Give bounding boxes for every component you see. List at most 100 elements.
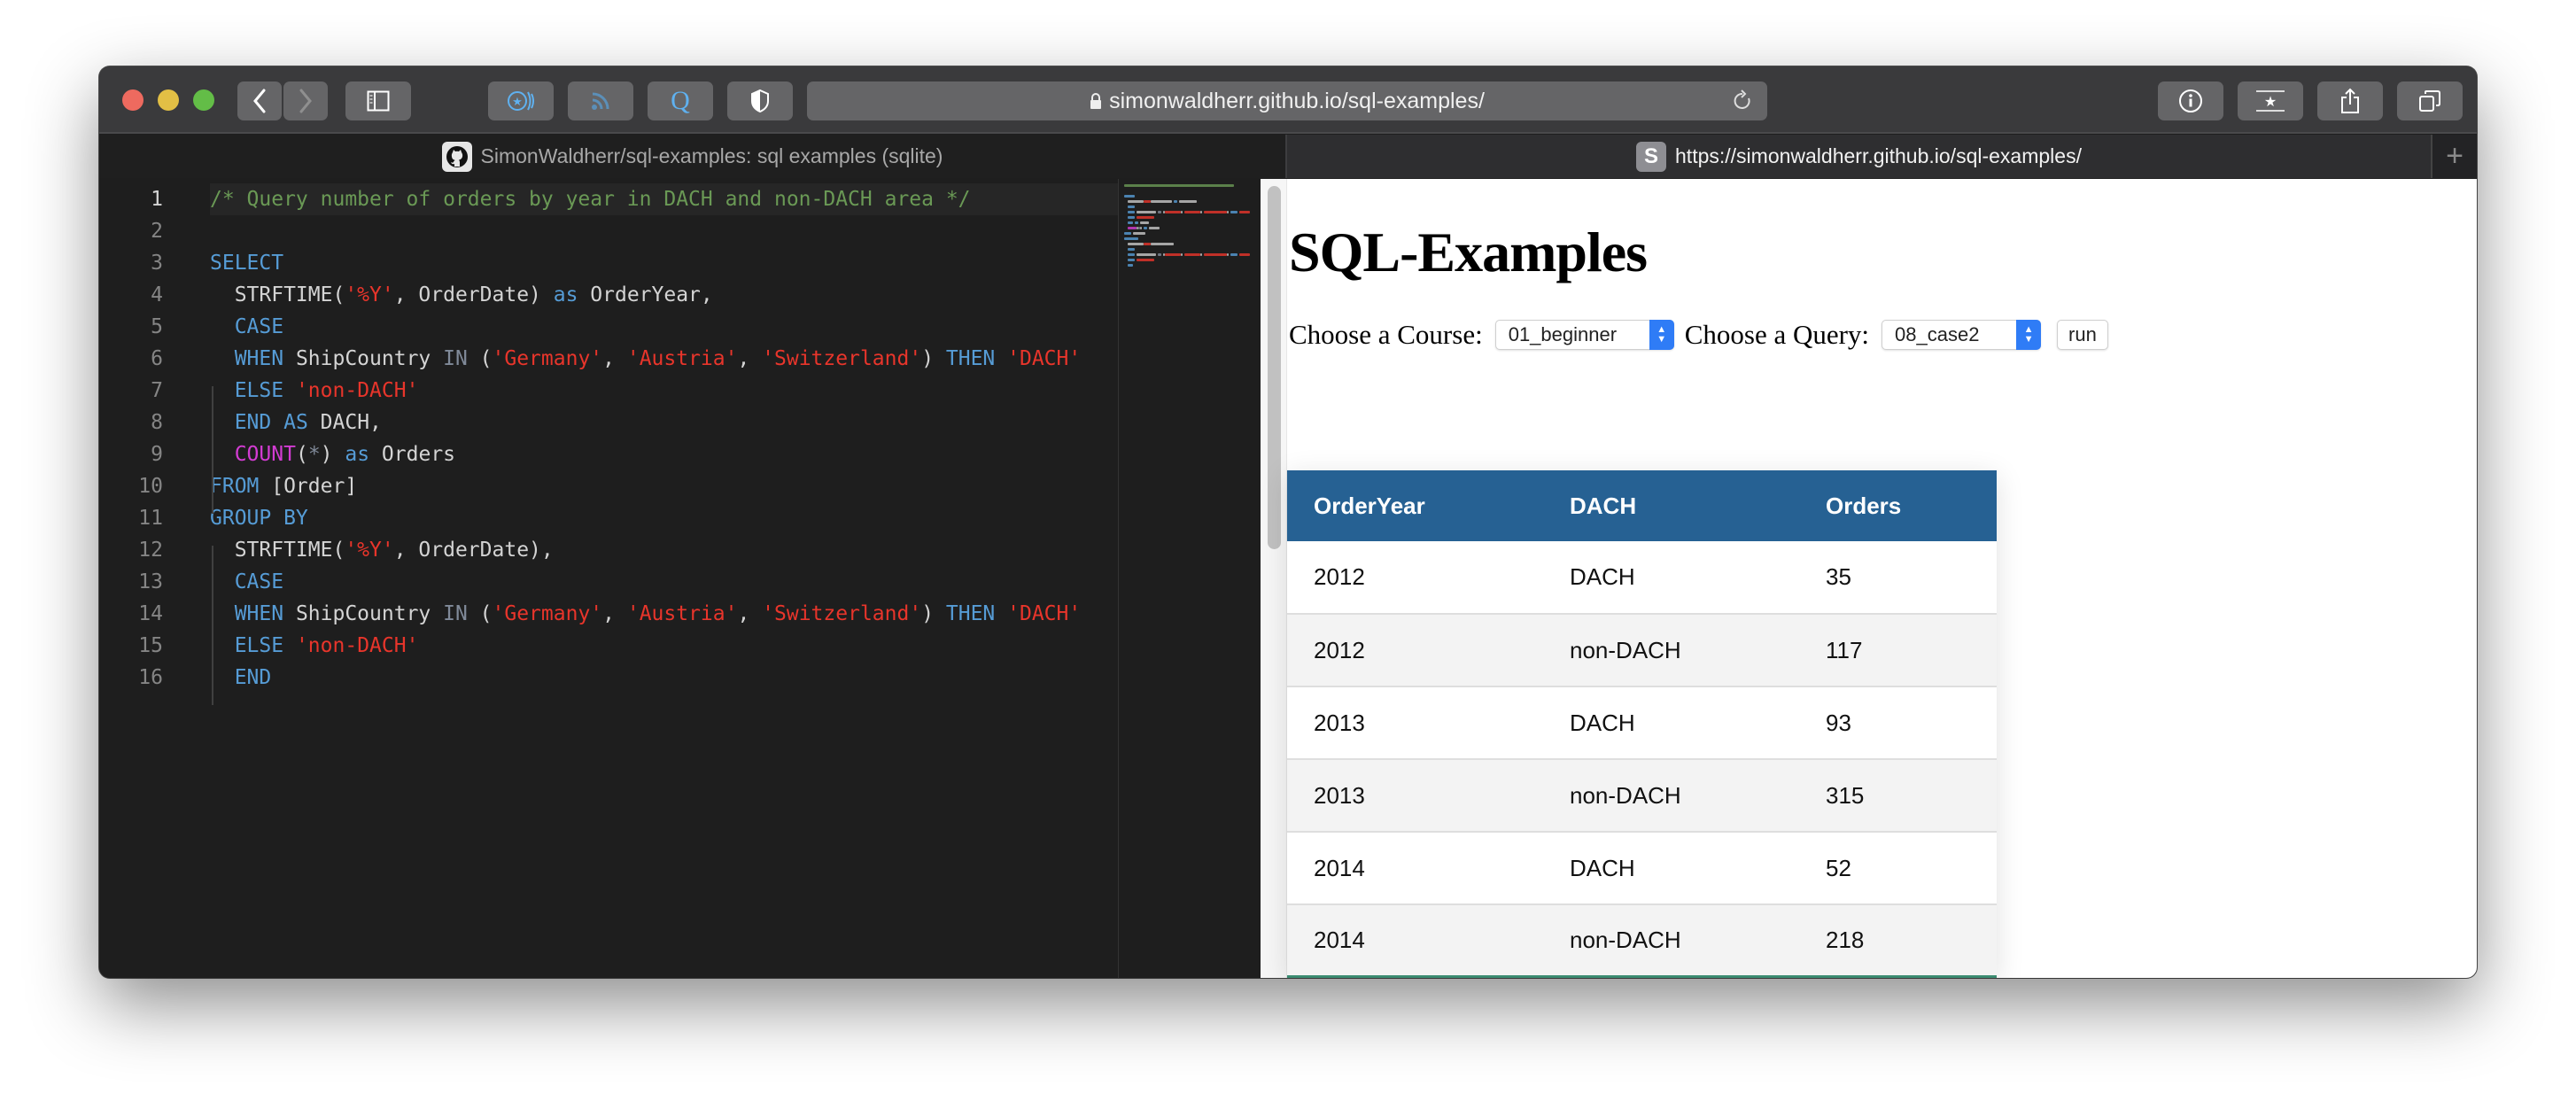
- back-button[interactable]: [237, 81, 282, 120]
- column-header: Orders: [1799, 470, 1997, 541]
- share-button[interactable]: [2317, 81, 2383, 120]
- code-line[interactable]: 6 WHEN ShipCountry IN ('Germany', 'Austr…: [99, 343, 1118, 375]
- run-button[interactable]: run: [2057, 320, 2108, 350]
- forward-icon: [299, 89, 312, 113]
- minimap-token: [1200, 253, 1202, 256]
- code-line[interactable]: 1 /* Query number of orders by year in DA…: [99, 183, 1118, 215]
- code-line[interactable]: 4 STRFTIME('%Y', OrderDate) as OrderYear…: [99, 279, 1118, 311]
- address-bar[interactable]: simonwaldherr.github.io/sql-examples/: [807, 81, 1767, 120]
- code-line[interactable]: 9 COUNT(*) as Orders: [99, 438, 1118, 470]
- minimap-token: [1135, 221, 1138, 224]
- privacy-shield-button[interactable]: [727, 81, 793, 120]
- table-row: 2012 DACH 35: [1287, 541, 1997, 614]
- code-token: SELECT: [210, 252, 284, 275]
- order-year-cell: 2013: [1287, 686, 1543, 759]
- code-line[interactable]: 14 WHEN ShipCountry IN ('Germany', 'Aust…: [99, 598, 1118, 630]
- code-token: COUNT: [234, 443, 296, 466]
- forward-button[interactable]: [283, 81, 328, 120]
- minimap-token: [1128, 259, 1135, 261]
- minimap-token: [1184, 253, 1200, 256]
- tab-github-repo[interactable]: SimonWaldherr/sql-examples: sql examples…: [99, 135, 1287, 178]
- minimap-token: [1200, 211, 1202, 213]
- code-line[interactable]: 15 ELSE 'non-DACH': [99, 630, 1118, 662]
- reload-icon[interactable]: [1732, 89, 1753, 112]
- site-favicon-icon: S: [1636, 141, 1667, 172]
- course-select[interactable]: 01_beginner ▲ ▼: [1494, 320, 1674, 350]
- sidebar-button[interactable]: [345, 81, 411, 120]
- code-editor[interactable]: 1 /* Query number of orders by year in DA…: [99, 179, 1261, 978]
- code-line[interactable]: 12 STRFTIME('%Y', OrderDate),: [99, 534, 1118, 566]
- minimap-token: [1144, 243, 1151, 245]
- close-window-button[interactable]: [122, 89, 144, 111]
- order-year-cell: 2012: [1287, 541, 1543, 614]
- code-text: CASE: [210, 566, 1118, 598]
- minimap-token: [1124, 184, 1234, 187]
- code-token: (: [467, 347, 493, 370]
- code-line[interactable]: 11 GROUP BY: [99, 502, 1118, 534]
- code-line[interactable]: 10 FROM [Order]: [99, 470, 1118, 502]
- bookmark-button[interactable]: ★: [2238, 81, 2303, 120]
- page-info-button[interactable]: [2158, 81, 2223, 120]
- code-text: END AS DACH,: [210, 407, 1118, 438]
- tabs-overview-icon: [2419, 90, 2440, 112]
- code-token: 'Switzerland': [762, 347, 922, 370]
- line-number: 6: [151, 347, 163, 370]
- code-token: 'Austria': [626, 347, 738, 370]
- extension-star-button[interactable]: ★: [488, 81, 554, 120]
- code-line[interactable]: 2: [99, 215, 1118, 247]
- code-token: CASE: [210, 315, 284, 338]
- code-token: THEN: [945, 602, 996, 625]
- line-number: 9: [151, 443, 163, 466]
- code-line[interactable]: 7 ELSE 'non-DACH': [99, 375, 1118, 407]
- scrollbar-thumb[interactable]: [1268, 186, 1281, 549]
- minimap-token: [1128, 221, 1133, 224]
- minimap-token: [1140, 221, 1149, 224]
- code-text: COUNT(*) as Orders: [210, 438, 1118, 470]
- code-token: GROUP BY: [210, 507, 308, 530]
- code-token: WHEN: [210, 602, 284, 625]
- tab-bar: SimonWaldherr/sql-examples: sql examples…: [99, 135, 2477, 178]
- query-select[interactable]: 08_case2 ▲ ▼: [1882, 320, 2042, 350]
- code-text: ELSE 'non-DACH': [210, 630, 1118, 662]
- editor-scrollbar[interactable]: [1261, 179, 1287, 978]
- q-extension-button[interactable]: Q: [648, 81, 713, 120]
- order-year-cell: 2012: [1287, 613, 1543, 686]
- select-arrows-icon: ▲ ▼: [1649, 320, 1674, 350]
- query-label: Choose a Query:: [1684, 319, 1870, 350]
- code-token: 'DACH': [1007, 347, 1082, 370]
- code-token: CASE: [210, 570, 284, 593]
- code-token: END: [210, 411, 272, 434]
- tab-overview-button[interactable]: [2397, 81, 2463, 120]
- code-token: IN: [443, 347, 468, 370]
- rss-button[interactable]: [568, 81, 633, 120]
- code-line[interactable]: 5 CASE: [99, 311, 1118, 343]
- code-line[interactable]: 8 END AS DACH,: [99, 407, 1118, 438]
- dach-cell: DACH: [1543, 686, 1799, 759]
- code-token: DACH,: [307, 411, 382, 434]
- extension-star-icon: ★: [508, 91, 534, 111]
- minimap-token: [1181, 253, 1183, 256]
- minimap-token: [1239, 253, 1250, 256]
- code-token: 'Switzerland': [762, 602, 922, 625]
- minimap-token: [1124, 195, 1135, 198]
- info-icon: [2179, 89, 2202, 112]
- code-line[interactable]: 16 END: [99, 662, 1118, 694]
- minimize-window-button[interactable]: [158, 89, 179, 111]
- minimap-token: [1128, 216, 1135, 219]
- minimap-token: [1144, 227, 1147, 229]
- orders-cell: 117: [1799, 613, 1997, 686]
- fullscreen-window-button[interactable]: [193, 89, 214, 111]
- code-line[interactable]: 13 CASE: [99, 566, 1118, 598]
- code-line[interactable]: 3 SELECT: [99, 247, 1118, 279]
- code-token: (: [295, 443, 308, 466]
- code-token: '%Y': [345, 539, 394, 562]
- code-token: ,: [737, 347, 763, 370]
- dach-cell: DACH: [1543, 831, 1799, 904]
- editor-minimap[interactable]: [1118, 179, 1261, 978]
- new-tab-button[interactable]: +: [2432, 135, 2477, 178]
- url-text: simonwaldherr.github.io/sql-examples/: [1109, 88, 1485, 113]
- tab-sql-examples[interactable]: S https://simonwaldherr.github.io/sql-ex…: [1287, 135, 2432, 178]
